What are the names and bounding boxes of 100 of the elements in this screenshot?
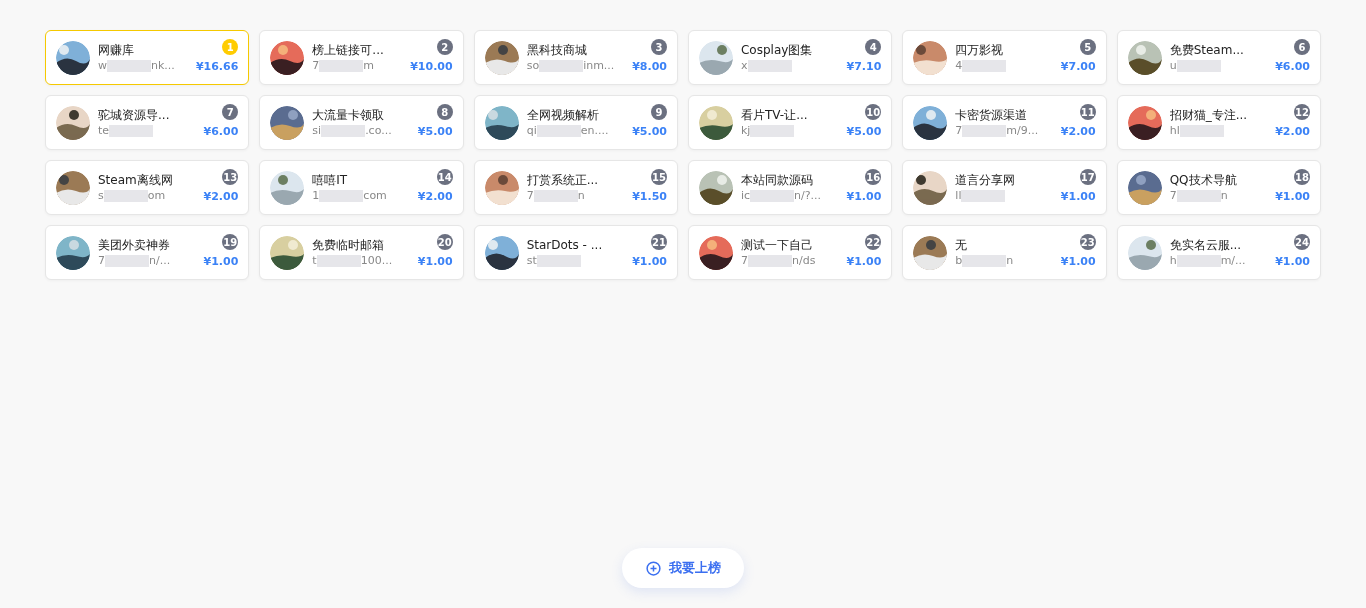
site-card[interactable]: 道言分享网 ll 17 ¥1.00 bbox=[902, 160, 1107, 215]
site-url: kj bbox=[741, 122, 751, 139]
rank-badge: 11 bbox=[1079, 104, 1096, 121]
site-url: n bbox=[577, 187, 585, 204]
rank-badge: 10 bbox=[865, 104, 882, 121]
site-card[interactable]: 黑科技商城 so inm... 3 ¥8.00 bbox=[473, 30, 678, 85]
site-card[interactable]: 测试一下自己 7 n/ds 22 ¥1.00 bbox=[688, 225, 893, 280]
price: ¥1.00 bbox=[1275, 189, 1310, 206]
blur-patch bbox=[109, 124, 154, 137]
rank-badge: 13 bbox=[222, 169, 239, 186]
price: ¥10.00 bbox=[410, 59, 453, 76]
price: ¥5.00 bbox=[632, 124, 667, 141]
site-card[interactable]: 打赏系统正... 7 n 15 ¥1.50 bbox=[473, 160, 678, 215]
site-card[interactable]: QQ技术导航 7 n 18 ¥1.00 bbox=[1116, 160, 1321, 215]
price: ¥7.00 bbox=[1060, 59, 1096, 76]
site-url: b bbox=[955, 252, 963, 269]
site-card[interactable]: 四万影视 4 5 ¥7.00 bbox=[902, 30, 1107, 85]
site-url: n/?... bbox=[794, 187, 822, 204]
site-title: 驼城资源导... bbox=[98, 106, 171, 123]
site-card[interactable]: 美团外卖神券 7 n/... 19 ¥1.00 bbox=[45, 225, 250, 280]
site-card[interactable]: 榜上链接可... 7 m 2 ¥10.00 bbox=[259, 30, 464, 85]
join-ranking-button[interactable]: 我要上榜 bbox=[622, 548, 744, 588]
site-url: ll bbox=[955, 187, 962, 204]
blur-patch bbox=[750, 189, 795, 202]
site-title: 免实名云服... bbox=[1169, 236, 1243, 253]
site-card[interactable]: 看片TV-让... kj 10 ¥5.00 bbox=[688, 95, 893, 150]
site-title: 卡密货源渠道 bbox=[955, 106, 1029, 123]
site-url: 7 bbox=[98, 252, 105, 269]
price: ¥1.50 bbox=[632, 189, 667, 206]
blur-patch bbox=[750, 124, 795, 137]
site-card[interactable]: StarDots - ... st 21 ¥1.00 bbox=[473, 225, 678, 280]
price: ¥6.00 bbox=[1275, 59, 1310, 76]
price: ¥2.00 bbox=[417, 189, 453, 206]
rank-badge: 20 bbox=[436, 234, 453, 251]
site-url: m/... bbox=[1220, 252, 1246, 269]
blur-patch bbox=[1176, 254, 1221, 267]
price: ¥16.66 bbox=[195, 59, 239, 76]
rank-badge: 14 bbox=[436, 169, 453, 186]
site-url: 7 bbox=[526, 187, 534, 204]
site-url: h bbox=[1169, 252, 1177, 269]
site-card[interactable]: Cosplay图集 x 4 ¥7.10 bbox=[688, 30, 893, 85]
price: ¥6.00 bbox=[203, 124, 239, 141]
site-url: 7 bbox=[312, 57, 320, 74]
site-title: 黑科技商城 bbox=[526, 41, 588, 58]
site-url: so bbox=[526, 57, 540, 74]
site-url: 100... bbox=[360, 252, 393, 269]
site-title: QQ技术导航 bbox=[1169, 171, 1238, 188]
rank-badge: 12 bbox=[1294, 104, 1310, 121]
price: ¥1.00 bbox=[417, 254, 453, 271]
price: ¥5.00 bbox=[846, 124, 882, 141]
site-card[interactable]: 免实名云服... h m/... 24 ¥1.00 bbox=[1116, 225, 1321, 280]
site-card[interactable]: 嘻嘻IT 1 com 14 ¥2.00 bbox=[259, 160, 464, 215]
blur-patch bbox=[962, 254, 1007, 267]
site-url: te bbox=[98, 122, 110, 139]
rank-badge: 2 bbox=[436, 39, 453, 56]
blur-patch bbox=[747, 59, 792, 72]
rank-badge: 21 bbox=[651, 234, 667, 251]
site-title: 全网视频解析 bbox=[526, 106, 600, 123]
site-url: ic bbox=[741, 187, 751, 204]
site-card[interactable]: 卡密货源渠道 7 m/9... 11 ¥2.00 bbox=[902, 95, 1107, 150]
rank-badge: 22 bbox=[865, 234, 882, 251]
price: ¥5.00 bbox=[417, 124, 453, 141]
rank-badge: 24 bbox=[1294, 234, 1310, 251]
site-title: 免费临时邮箱 bbox=[312, 236, 386, 253]
site-card[interactable]: 全网视频解析 qi en.... 9 ¥5.00 bbox=[473, 95, 678, 150]
site-card[interactable]: 驼城资源导... te 7 ¥6.00 bbox=[45, 95, 250, 150]
site-title: 榜上链接可... bbox=[312, 41, 385, 58]
blur-patch bbox=[533, 189, 578, 202]
site-title: 免费Steam... bbox=[1169, 41, 1245, 58]
site-url: 7 bbox=[1169, 187, 1177, 204]
site-url: 4 bbox=[955, 57, 963, 74]
site-url: u bbox=[1169, 57, 1177, 74]
site-title: Steam离线网 bbox=[98, 171, 174, 188]
rank-badge: 3 bbox=[651, 39, 667, 56]
site-card[interactable]: 大流量卡领取 si .co... 8 ¥5.00 bbox=[259, 95, 464, 150]
rank-badge: 15 bbox=[651, 169, 667, 186]
site-card[interactable]: 网赚库 w nk... 1 ¥16.66 bbox=[45, 30, 250, 85]
rank-badge: 17 bbox=[1079, 169, 1096, 186]
site-title: 招财猫_专注... bbox=[1169, 106, 1249, 123]
blur-patch bbox=[107, 59, 151, 72]
blur-patch bbox=[319, 59, 364, 72]
site-title: 看片TV-让... bbox=[741, 106, 809, 123]
rank-badge: 1 bbox=[222, 39, 239, 56]
site-card[interactable]: Steam离线网 s om 13 ¥2.00 bbox=[45, 160, 250, 215]
site-url: com bbox=[363, 187, 387, 204]
site-card[interactable]: 招财猫_专注... hl 12 ¥2.00 bbox=[1116, 95, 1321, 150]
site-card[interactable]: 免费Steam... u 6 ¥6.00 bbox=[1116, 30, 1321, 85]
price: ¥1.00 bbox=[1275, 254, 1310, 271]
rank-badge: 8 bbox=[436, 104, 453, 121]
site-card[interactable]: 免费临时邮箱 t 100... 20 ¥1.00 bbox=[259, 225, 464, 280]
site-card[interactable]: 本站同款源码 ic n/?... 16 ¥1.00 bbox=[688, 160, 893, 215]
site-url: om bbox=[147, 187, 166, 204]
site-card[interactable]: 无 b n 23 ¥1.00 bbox=[902, 225, 1107, 280]
blur-patch bbox=[962, 124, 1007, 137]
site-url: si bbox=[312, 122, 322, 139]
site-title: 嘻嘻IT bbox=[312, 171, 349, 188]
site-title: 网赚库 bbox=[98, 41, 135, 58]
blur-patch bbox=[103, 189, 148, 202]
blur-patch bbox=[1176, 59, 1221, 72]
site-url: hl bbox=[1169, 122, 1180, 139]
